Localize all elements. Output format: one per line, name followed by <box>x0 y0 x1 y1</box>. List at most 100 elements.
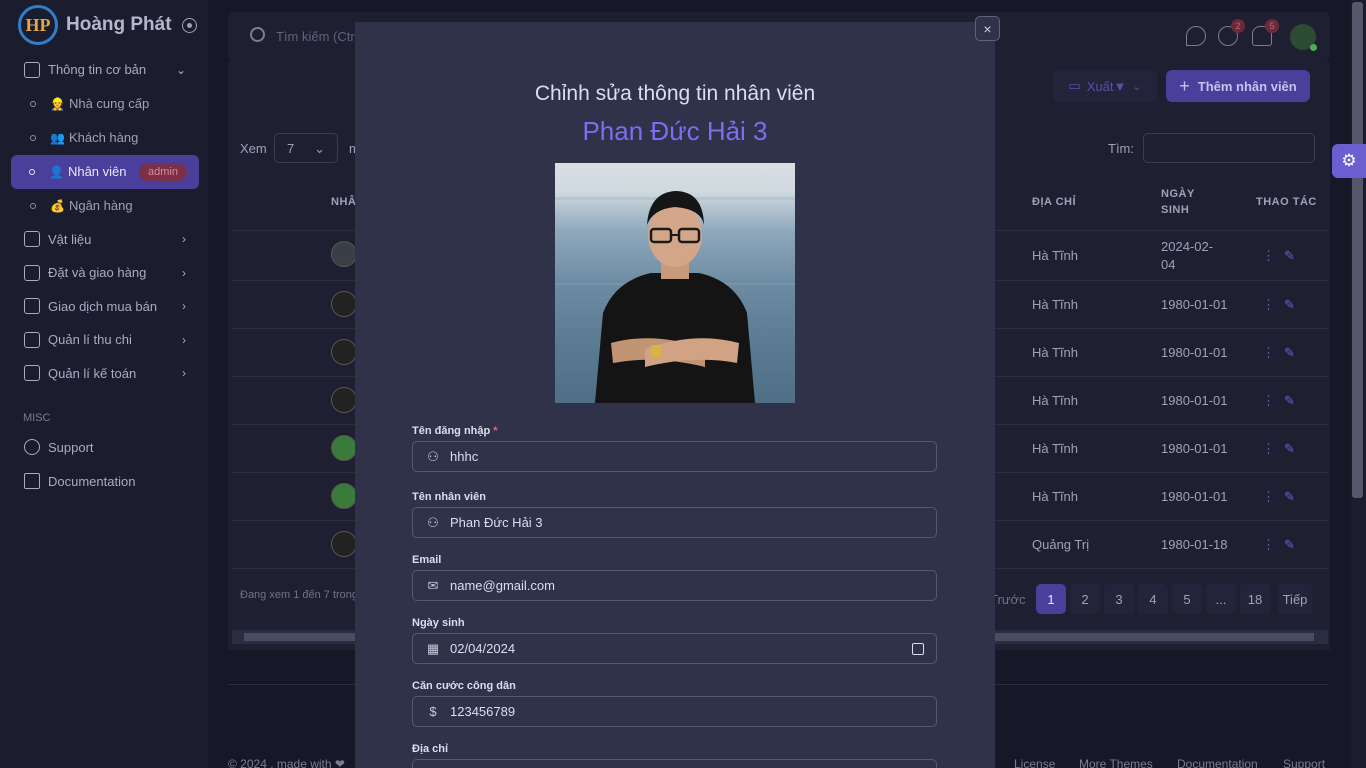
sidebar-item-orders[interactable]: Đặt và giao hàng › <box>12 256 198 290</box>
money-bag-icon: 💰 <box>50 198 65 213</box>
scrollbar-thumb[interactable] <box>1352 2 1363 498</box>
more-options-icon[interactable]: ⋮ <box>1262 248 1275 264</box>
sidebar-item-label: Ngân hàng <box>68 198 133 213</box>
pagination-prev[interactable]: Trước <box>990 592 1026 607</box>
pagination-page-18[interactable]: 18 <box>1240 584 1270 614</box>
sidebar-item-label: Thông tin cơ bản <box>48 62 147 78</box>
sidebar-item-basic-info[interactable]: Thông tin cơ bản ⌄ <box>12 53 198 87</box>
footer-link-license[interactable]: License <box>1014 757 1055 768</box>
edit-icon[interactable]: ✎ <box>1284 248 1295 264</box>
plus-icon: + <box>1179 75 1190 96</box>
pagination-page-5[interactable]: 5 <box>1172 584 1202 614</box>
misc-section-title: MISC <box>23 412 51 424</box>
employee-avatar <box>331 291 357 317</box>
page-length-select[interactable]: 7 ⌄ <box>274 133 338 163</box>
documentation-link[interactable]: Documentation <box>24 473 135 489</box>
sidebar-item-customers[interactable]: 👥 Khách hàng <box>12 121 198 155</box>
sidebar-item-cashflow[interactable]: Quản lí thu chi › <box>12 323 198 357</box>
more-options-icon[interactable]: ⋮ <box>1262 297 1275 313</box>
footer-link-documentation[interactable]: Documentation <box>1177 757 1258 768</box>
column-header-address[interactable]: ĐỊA CHỈ <box>1032 196 1076 208</box>
more-options-icon[interactable]: ⋮ <box>1262 441 1275 457</box>
online-status-dot <box>1310 44 1317 51</box>
address-field[interactable] <box>412 759 937 768</box>
sidebar-item-banks[interactable]: 💰 Ngân hàng <box>12 189 198 223</box>
username-field[interactable]: ⚇ hhhc <box>412 441 937 472</box>
employee-photo-image <box>555 191 795 403</box>
employee-avatar <box>331 241 357 267</box>
add-employee-button[interactable]: + Thêm nhân viên <box>1166 70 1310 102</box>
pagination-page-1[interactable]: 1 <box>1036 584 1066 614</box>
support-link[interactable]: Support <box>24 439 94 455</box>
pagination-page-2[interactable]: 2 <box>1070 584 1100 614</box>
edit-icon[interactable]: ✎ <box>1284 441 1295 457</box>
column-header-birth[interactable]: NGÀY <box>1161 188 1195 200</box>
page-length-label: Xem <box>240 141 267 156</box>
fullname-field[interactable]: ⚇ Phan Đức Hải 3 <box>412 507 937 538</box>
receipt-icon <box>24 298 40 315</box>
admin-badge: admin <box>139 162 187 181</box>
email-value: name@gmail.com <box>450 578 555 593</box>
email-field[interactable]: ✉ name@gmail.com <box>412 570 937 601</box>
bullet-icon <box>29 168 35 175</box>
birth-cell: 2024-02-04 <box>1161 239 1214 272</box>
edit-icon[interactable]: ✎ <box>1284 345 1295 361</box>
user-avatar[interactable] <box>1290 24 1317 51</box>
customizer-gear-button[interactable]: ⚙ <box>1332 144 1366 178</box>
column-header-name[interactable]: NHÂ <box>331 196 356 208</box>
mail-icon: ✉ <box>427 577 439 593</box>
edit-icon[interactable]: ✎ <box>1284 489 1295 505</box>
fullname-value: Phan Đức Hải 3 <box>450 515 543 530</box>
sidebar-item-label: Nhân viên <box>67 164 127 179</box>
sidebar-item-suppliers[interactable]: 👷 Nhà cung cấp <box>12 87 198 121</box>
address-cell: Quảng Trị <box>1032 537 1090 552</box>
user-icon: ⚇ <box>427 514 439 530</box>
sidebar-item-label: Quản lí thu chi <box>48 332 132 348</box>
birth-cell: 1980-01-01 <box>1161 441 1228 456</box>
chevron-right-icon: › <box>182 299 186 314</box>
footer-link-more-themes[interactable]: More Themes <box>1079 757 1153 768</box>
export-button[interactable]: ▭ Xuất▼ ⌄ <box>1053 70 1157 102</box>
sidebar-item-accounting[interactable]: Quản lí kế toán › <box>12 357 198 391</box>
more-options-icon[interactable]: ⋮ <box>1262 393 1275 409</box>
date-picker-icon[interactable] <box>912 642 924 655</box>
table-search-input[interactable] <box>1143 133 1315 163</box>
sidebar-item-label: Vật liệu <box>48 231 92 247</box>
citizen-id-field[interactable]: $ 123456789 <box>412 696 937 727</box>
sidebar-toggle-icon[interactable] <box>181 17 197 33</box>
moon-icon[interactable] <box>1186 26 1206 46</box>
employee-avatar <box>331 435 357 461</box>
clipboard-icon <box>24 365 40 382</box>
birthdate-field[interactable]: ▦ 02/04/2024 <box>412 633 937 664</box>
pagination-page-4[interactable]: 4 <box>1138 584 1168 614</box>
search-icon <box>250 27 265 42</box>
pagination-next[interactable]: Tiếp <box>1278 584 1312 614</box>
chevron-right-icon: › <box>182 366 186 381</box>
edit-employee-modal: Chỉnh sửa thông tin nhân viên Phan Đức H… <box>355 22 995 768</box>
employee-avatar <box>331 339 357 365</box>
sidebar-item-employees[interactable]: 👤 Nhân viên admin <box>11 154 199 189</box>
modal-close-button[interactable]: × <box>975 16 1000 41</box>
table-info: Đang xem 1 đến 7 trong <box>240 589 359 601</box>
more-options-icon[interactable]: ⋮ <box>1262 489 1275 505</box>
more-options-icon[interactable]: ⋮ <box>1262 345 1275 361</box>
pagination-page-3[interactable]: 3 <box>1104 584 1134 614</box>
edit-icon[interactable]: ✎ <box>1284 393 1295 409</box>
more-options-icon[interactable]: ⋮ <box>1262 537 1275 553</box>
birth-cell: 1980-01-18 <box>1161 537 1228 552</box>
sidebar-item-transactions[interactable]: Giao dịch mua bán › <box>12 290 198 324</box>
edit-icon[interactable]: ✎ <box>1284 297 1295 313</box>
people-icon: 👥 <box>50 130 65 145</box>
pagination-ellipsis: ... <box>1206 584 1236 614</box>
address-cell: Hà Tĩnh <box>1032 393 1079 408</box>
address-label: Địa chỉ <box>412 743 449 755</box>
sidebar-item-label: Giao dịch mua bán <box>48 298 158 314</box>
employee-avatar <box>331 387 357 413</box>
vertical-scrollbar[interactable] <box>1350 0 1366 768</box>
sidebar: HP Hoàng Phát Thông tin cơ bản ⌄ 👷 Nhà c… <box>0 0 208 768</box>
cube-icon <box>24 231 40 248</box>
sidebar-item-materials[interactable]: Vật liệu › <box>12 223 198 257</box>
edit-icon[interactable]: ✎ <box>1284 537 1295 553</box>
brand[interactable]: HP Hoàng Phát <box>0 0 208 50</box>
footer-link-support[interactable]: Support <box>1283 757 1325 768</box>
